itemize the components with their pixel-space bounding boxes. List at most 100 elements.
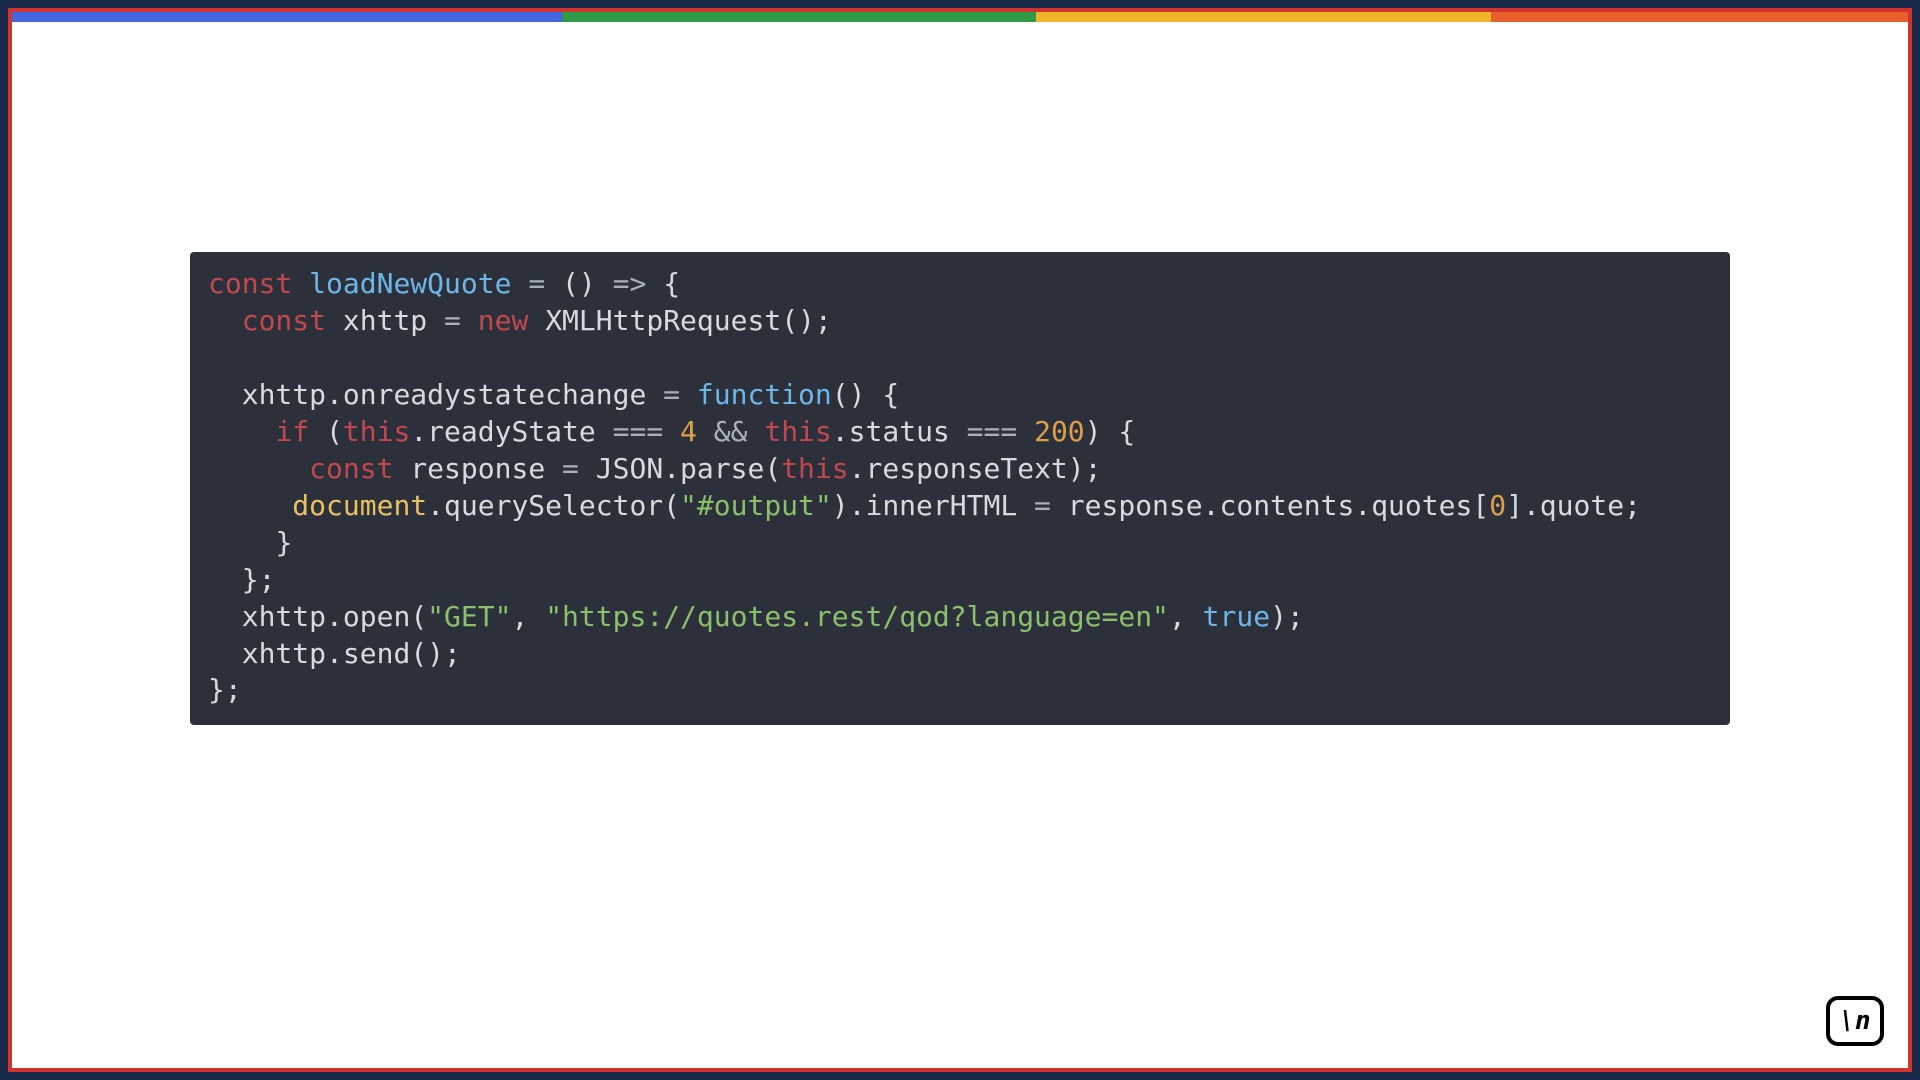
code-token: ); bbox=[1068, 452, 1102, 485]
code-token: contents bbox=[1219, 489, 1354, 522]
code-token: ); bbox=[1270, 600, 1304, 633]
code-token: , bbox=[511, 600, 528, 633]
code-token: ( bbox=[326, 415, 343, 448]
code-token bbox=[292, 267, 309, 300]
code-token: const bbox=[242, 304, 326, 337]
code-token bbox=[427, 304, 444, 337]
code-token bbox=[596, 415, 613, 448]
code-token: xhttp bbox=[242, 378, 326, 411]
code-token bbox=[950, 415, 967, 448]
code-token bbox=[646, 378, 663, 411]
code-token: . bbox=[326, 600, 343, 633]
code-token bbox=[208, 526, 275, 559]
code-token: [ bbox=[1472, 489, 1489, 522]
code-token: === bbox=[967, 415, 1018, 448]
code-token bbox=[208, 378, 242, 411]
code-token: xhttp bbox=[242, 600, 326, 633]
code-token: "#output" bbox=[680, 489, 832, 522]
accent-segment-green bbox=[562, 12, 1036, 22]
code-token: document bbox=[292, 489, 427, 522]
code-token: open bbox=[343, 600, 410, 633]
code-token: ) bbox=[1085, 415, 1102, 448]
code-token: = bbox=[663, 378, 680, 411]
code-token: xhttp bbox=[242, 637, 326, 670]
code-token: () bbox=[832, 378, 866, 411]
code-token: = bbox=[562, 452, 579, 485]
code-token: . bbox=[326, 378, 343, 411]
code-token bbox=[680, 378, 697, 411]
code-token: 200 bbox=[1034, 415, 1085, 448]
code-token: status bbox=[849, 415, 950, 448]
code-token: responseText bbox=[866, 452, 1068, 485]
code-token: true bbox=[1203, 600, 1270, 633]
code-token: { bbox=[882, 378, 899, 411]
newline-badge-icon: \n bbox=[1826, 996, 1884, 1046]
accent-segment-orange bbox=[1491, 12, 1908, 22]
code-token: this bbox=[343, 415, 410, 448]
code-token: this bbox=[764, 415, 831, 448]
code-token: 4 bbox=[680, 415, 697, 448]
code-token: } bbox=[275, 526, 292, 559]
accent-segment-blue bbox=[12, 12, 562, 22]
code-token: JSON bbox=[596, 452, 663, 485]
code-token: }; bbox=[208, 673, 242, 706]
code-token: XMLHttpRequest bbox=[545, 304, 781, 337]
code-token bbox=[1017, 415, 1034, 448]
code-token: { bbox=[1118, 415, 1135, 448]
code-token bbox=[208, 304, 242, 337]
code-token bbox=[528, 304, 545, 337]
code-token bbox=[663, 415, 680, 448]
code-token bbox=[208, 563, 242, 596]
code-token: { bbox=[663, 267, 680, 300]
content-area: const loadNewQuote = () => { const xhttp… bbox=[12, 22, 1908, 1068]
code-token: send bbox=[343, 637, 410, 670]
code-token bbox=[1051, 489, 1068, 522]
code-token: => bbox=[613, 267, 647, 300]
code-token: if bbox=[275, 415, 309, 448]
code-token: new bbox=[478, 304, 529, 337]
code-token: this bbox=[781, 452, 848, 485]
code-token bbox=[309, 415, 326, 448]
code-token: parse bbox=[680, 452, 764, 485]
code-token: ( bbox=[562, 267, 579, 300]
code-token bbox=[1186, 600, 1203, 633]
code-token: = bbox=[528, 267, 545, 300]
code-token: response bbox=[1068, 489, 1203, 522]
code-token: querySelector bbox=[444, 489, 663, 522]
code-token: . bbox=[849, 489, 866, 522]
code-token: ; bbox=[1624, 489, 1641, 522]
code-token bbox=[393, 452, 410, 485]
code-token bbox=[545, 452, 562, 485]
code-block: const loadNewQuote = () => { const xhttp… bbox=[190, 252, 1730, 725]
code-token bbox=[208, 341, 225, 374]
code-token: (); bbox=[781, 304, 832, 337]
code-token bbox=[697, 415, 714, 448]
code-token: . bbox=[1354, 489, 1371, 522]
code-token bbox=[528, 600, 545, 633]
code-token: . bbox=[832, 415, 849, 448]
code-token: ] bbox=[1506, 489, 1523, 522]
code-token: . bbox=[1523, 489, 1540, 522]
code-token: ( bbox=[764, 452, 781, 485]
code-token: loadNewQuote bbox=[309, 267, 511, 300]
code-token bbox=[326, 304, 343, 337]
code-token bbox=[646, 267, 663, 300]
code-token: . bbox=[427, 489, 444, 522]
code-token bbox=[208, 415, 275, 448]
code-token bbox=[208, 489, 292, 522]
code-token: . bbox=[326, 637, 343, 670]
code-token: const bbox=[208, 267, 292, 300]
code-token bbox=[511, 267, 528, 300]
code-token: === bbox=[613, 415, 664, 448]
code-token: function bbox=[697, 378, 832, 411]
code-token bbox=[1017, 489, 1034, 522]
code-token bbox=[1102, 415, 1119, 448]
code-token: ) bbox=[579, 267, 596, 300]
code-token: = bbox=[1034, 489, 1051, 522]
code-token bbox=[596, 267, 613, 300]
code-token bbox=[747, 415, 764, 448]
code-token: , bbox=[1169, 600, 1186, 633]
code-token: ) bbox=[832, 489, 849, 522]
code-token: . bbox=[849, 452, 866, 485]
code-token bbox=[208, 452, 309, 485]
